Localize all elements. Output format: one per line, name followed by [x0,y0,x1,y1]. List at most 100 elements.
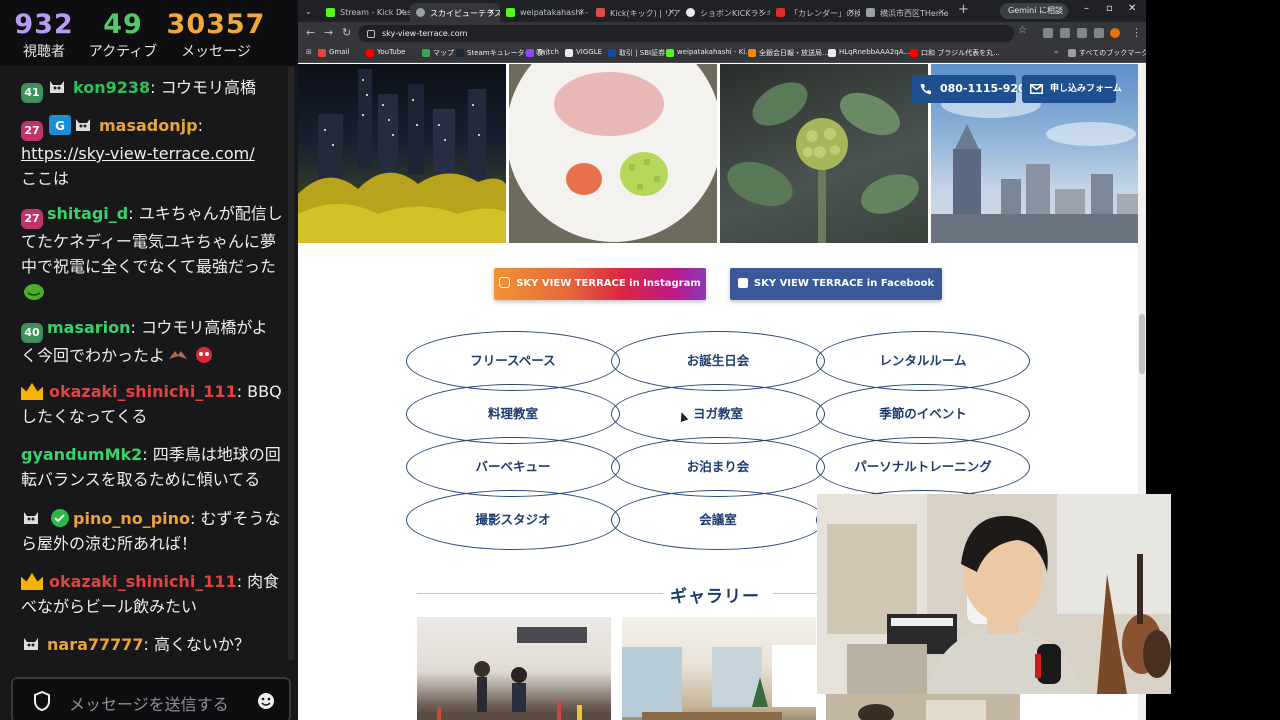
all-bookmarks[interactable]: すべてのブックマーク [1068,48,1146,58]
use-personal-training-link[interactable]: パーソナルトレーニング [816,437,1030,497]
chat-input[interactable]: メッセージを送信する [11,677,291,720]
application-form-button[interactable]: 申し込みフォーム [1022,75,1122,103]
chat-message: nara77777: 高くないか？ [21,632,283,657]
tab-close-icon[interactable]: × [938,7,945,16]
minimize-button[interactable]: – [1084,3,1089,14]
sashimi-plate-image [509,64,717,242]
chat-username[interactable]: pino_no_pino [73,509,190,528]
tab-kick-dashboard[interactable]: Stream - Kick Dash × [320,3,410,22]
gemini-label: Gemini に相談 [1008,6,1063,15]
tab-close-icon[interactable]: × [488,7,495,16]
crown-badge-icon [21,572,43,590]
shield-icon [34,691,50,711]
chat-username[interactable]: nara77777 [47,635,144,654]
facebook-button[interactable]: SKY VIEW TERRACE in Facebook [730,268,942,300]
chat-username[interactable]: gyandumMk2 [21,445,142,464]
site-info-icon[interactable] [367,30,375,38]
tab-calendar-search[interactable]: 「カレンダー」の検索× [770,3,860,22]
use-bbq-link[interactable]: バーベキュー [406,437,620,497]
tab-close-icon[interactable]: × [668,7,675,16]
bookmark-item[interactable]: 全銀会日報・放送局... [748,48,829,58]
bookmark-item[interactable]: Twitch [526,48,559,57]
sbi-icon [608,49,616,57]
plant-photo [720,64,928,243]
tab-sky-view-terrace[interactable]: スカイビューテラス ヨコ× [410,3,500,22]
use-sleepover-link[interactable]: お泊まり会 [611,437,825,497]
verified-badge-icon [51,509,69,527]
tab-search-button[interactable]: ⌄ [302,3,316,22]
gallery-kitchen-photo[interactable] [417,617,611,720]
menu-kebab-icon[interactable]: ⋮ [1131,26,1142,39]
form-label: 申し込みフォーム [1050,84,1122,94]
address-bar[interactable]: sky-view-terrace.com [358,25,1014,42]
tab-kick-ranking[interactable]: ショボンKICKランキン× [680,3,770,22]
back-button[interactable]: ← [306,26,315,39]
apps-grid-icon[interactable]: ⊞ [306,48,312,56]
tab-kick-profile[interactable]: weipatakahashi - V × [500,3,590,22]
maximize-button[interactable]: ▫ [1106,3,1113,14]
bookmark-item[interactable]: weipatakahashi - Ki... [666,48,752,57]
use-free-space-link[interactable]: フリースペース [406,331,620,391]
sidebar-icon[interactable] [1077,28,1087,38]
bookmark-item[interactable]: HLqRnebbAAA2qA... [828,48,911,57]
extensions-puzzle-icon[interactable] [1060,28,1070,38]
use-seasonal-event-link[interactable]: 季節のイベント [816,384,1030,444]
chat-scrollbar[interactable] [288,66,294,660]
bookmark-item[interactable]: マップ [422,48,454,58]
kick-icon [666,49,674,57]
use-birthday-party-link[interactable]: お誕生日会 [611,331,825,391]
page-scrollbar-thumb[interactable] [1139,314,1145,374]
chat-username[interactable]: masadonjp [99,116,198,135]
download-icon[interactable] [1094,28,1104,38]
use-photo-studio-link[interactable]: 撮影スタジオ [406,490,620,550]
bookmark-item[interactable]: YouTube [366,48,405,57]
use-yoga-class-link[interactable]: ヨガ教室 [611,384,825,444]
emoji-icon[interactable] [257,692,275,710]
extension-icon[interactable] [1043,28,1053,38]
message-count: 30357 [166,9,266,40]
gemini-button[interactable]: Gemini に相談 [1000,3,1068,19]
chat-username[interactable]: okazaki_shinichi_111 [49,572,237,591]
bookmark-item[interactable]: Gmail [318,48,349,57]
reload-button[interactable]: ↻ [342,26,351,39]
gallery-title: ギャラリー [670,587,760,607]
tab-close-icon[interactable]: × [848,7,855,16]
chat-input-placeholder: メッセージを送信する [69,695,229,714]
tab-close-icon[interactable]: × [578,7,585,16]
tab-close-icon[interactable]: × [758,7,765,16]
site-favicon-icon [416,8,425,17]
close-window-button[interactable]: ✕ [1128,3,1136,14]
forward-button[interactable]: → [324,26,333,39]
chat-message: 27 shitagi_d: ユキちゃんが配信してたケネディー電気ユキちゃんに夢中で… [21,201,283,304]
crown-badge-icon [21,382,43,400]
bookmark-label: HLqRnebbAAA2qA... [839,48,911,56]
new-tab-button[interactable]: + [958,2,969,17]
tab-kick-real[interactable]: Kick(キック) | リアル× [590,3,680,22]
facebook-icon [737,278,748,288]
tab-yokohama[interactable]: 横浜市西区THeme × [860,3,950,22]
chat-username[interactable]: shitagi_d [47,204,128,223]
bookmark-label: Twitch [537,48,559,56]
stream-stats: 932 視聴者 49 アクティブ 30357 メッセージ [0,0,298,66]
secondary-webcam-overlay [826,694,1020,720]
use-rental-room-link[interactable]: レンタルルーム [816,331,1030,391]
chat-username[interactable]: masarion [47,318,131,337]
chat-link[interactable]: https://sky-view-terrace.com/ [21,144,255,163]
bookmark-star-icon[interactable]: ☆ [1018,25,1028,36]
instagram-button[interactable]: SKY VIEW TERRACE in Instagram [494,268,706,300]
bookmark-item[interactable]: 取引 | SBI証券 [608,48,665,58]
bookmark-item[interactable]: 口和 ブラジル代表を丸... [910,48,1000,58]
kick-favicon-icon [326,8,335,17]
profile-avatar-icon[interactable] [1110,28,1120,38]
use-cooking-class-link[interactable]: 料理教室 [406,384,620,444]
use-meeting-room-link[interactable]: 会議室 [611,490,825,550]
phone-button[interactable]: 080-1115-9201 [912,75,1033,103]
chat-username[interactable]: okazaki_shinichi_111 [49,382,237,401]
chat-username[interactable]: kon9238 [73,78,150,97]
bookmarks-overflow-button[interactable]: » [1054,48,1058,56]
gallery-room-photo[interactable] [622,617,816,720]
viggle-icon [565,49,573,57]
bookmark-item[interactable]: VIGGLE [565,48,602,57]
tab-close-icon[interactable]: × [398,7,405,16]
kick-favicon-icon [506,8,515,17]
